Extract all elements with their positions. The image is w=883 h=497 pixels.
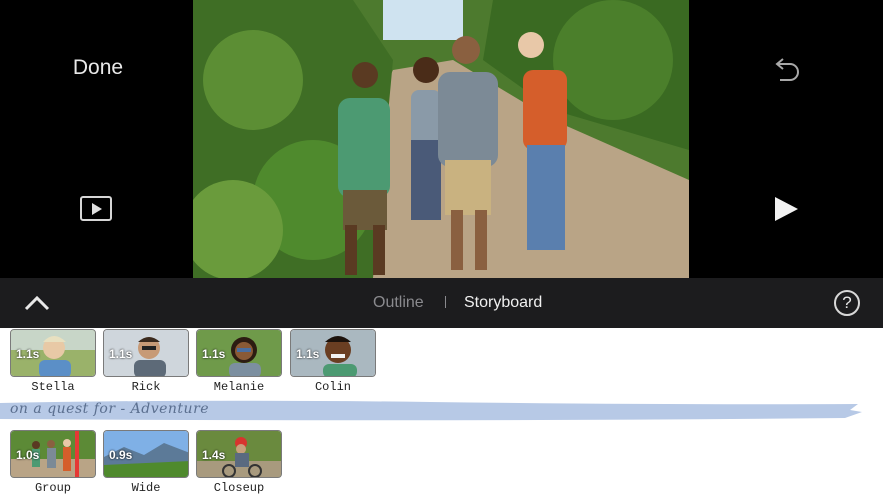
help-button[interactable]: ? [834, 290, 860, 316]
clip-label: Wide [131, 481, 161, 495]
toolbar [0, 278, 883, 328]
done-button[interactable]: Done [58, 56, 138, 80]
clip-duration: 1.1s [202, 347, 226, 361]
clip-label: Rick [131, 380, 161, 394]
undo-icon [775, 58, 799, 81]
play-button[interactable] [772, 196, 800, 222]
fullscreen-play-button[interactable] [80, 196, 112, 221]
clip-thumbnail[interactable]: 1.0s [10, 430, 96, 478]
clip-duration: 1.0s [16, 448, 40, 462]
clip-label: Closeup [213, 481, 265, 495]
clip-label: Stella [31, 380, 75, 394]
clip-thumbnail[interactable]: 1.1s [290, 329, 376, 377]
clip-thumbnail[interactable]: 1.1s [103, 329, 189, 377]
title-banner-text[interactable]: on a quest for - Adventure [10, 401, 209, 417]
fullscreen-play-icon [92, 203, 102, 215]
video-preview [193, 0, 689, 278]
clip-thumbnail[interactable]: 1.1s [196, 329, 282, 377]
clip-thumbnail[interactable]: 0.9s [103, 430, 189, 478]
clip-label: Colin [314, 380, 351, 394]
clip-duration: 1.4s [202, 448, 226, 462]
undo-button[interactable] [770, 56, 802, 84]
clip-duration: 1.1s [109, 347, 133, 361]
clip-duration: 1.1s [16, 347, 40, 361]
play-icon [775, 197, 798, 221]
clip-duration: 1.1s [296, 347, 320, 361]
tab-storyboard[interactable]: Storyboard [464, 294, 542, 312]
clip-duration: 0.9s [109, 448, 133, 462]
clip-thumbnail[interactable]: 1.1s [10, 329, 96, 377]
clip-label: Melanie [213, 380, 265, 394]
clip-thumbnail[interactable]: 1.4s [196, 430, 282, 478]
video-frame-image [193, 0, 689, 278]
collapse-button[interactable] [23, 289, 51, 317]
chevron-up-icon [24, 295, 50, 311]
clip-label: Group [34, 481, 71, 495]
tab-divider [445, 296, 446, 308]
tab-outline[interactable]: Outline [373, 294, 424, 312]
